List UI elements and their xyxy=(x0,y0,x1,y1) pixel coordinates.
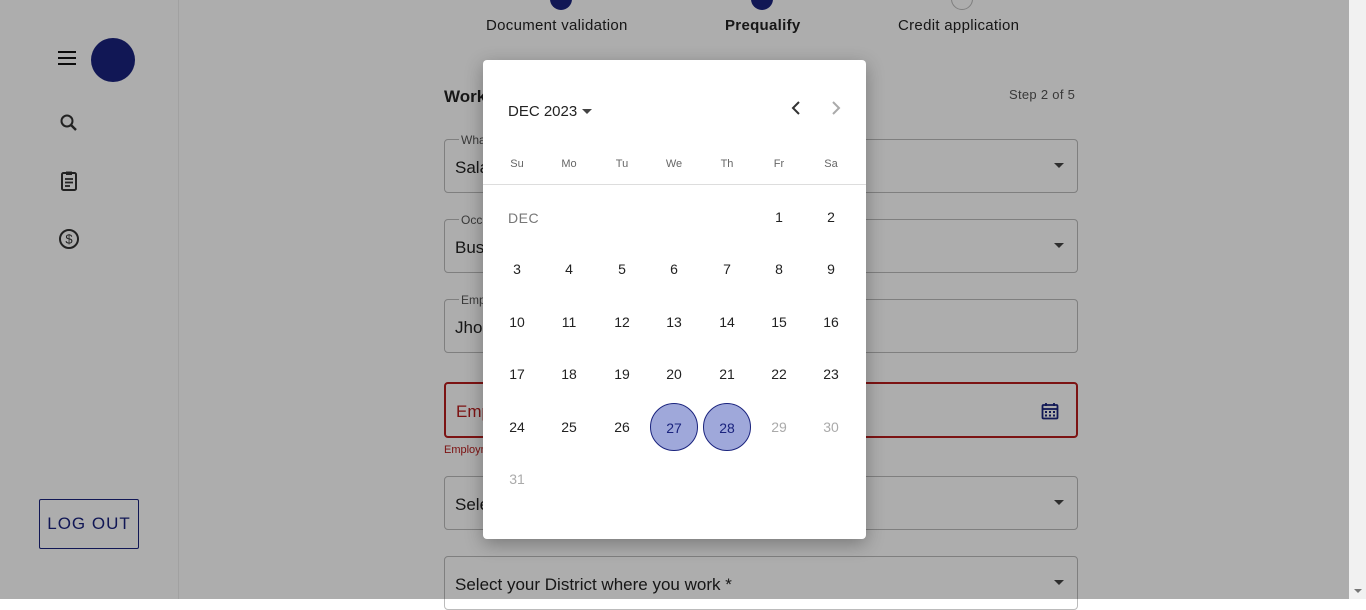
dropdown-arrow-icon xyxy=(582,109,593,114)
day-8[interactable]: 8 xyxy=(755,245,803,293)
weekday-label: We xyxy=(665,158,683,170)
weekday-label: Mo xyxy=(561,158,577,170)
day-3[interactable]: 3 xyxy=(493,245,541,293)
day-5[interactable]: 5 xyxy=(598,245,646,293)
day-2[interactable]: 2 xyxy=(807,193,855,241)
day-26[interactable]: 26 xyxy=(598,403,646,451)
day-18[interactable]: 18 xyxy=(545,350,593,398)
date-picker-dialog: DEC 2023 Su Mo Tu We Th Fr Sa DEC 123456… xyxy=(483,60,866,539)
weekday-label: Sa xyxy=(824,158,838,170)
month-year-label: DEC 2023 xyxy=(508,103,578,120)
day-27[interactable]: 27 xyxy=(650,403,698,451)
scrollbar[interactable] xyxy=(1349,0,1366,599)
day-24[interactable]: 24 xyxy=(493,403,541,451)
day-10[interactable]: 10 xyxy=(493,298,541,346)
day-6[interactable]: 6 xyxy=(650,245,698,293)
day-28[interactable]: 28 xyxy=(703,403,751,451)
day-7[interactable]: 7 xyxy=(703,245,751,293)
weekday-header: Su Mo Tu We Th Fr Sa xyxy=(483,158,866,185)
day-4[interactable]: 4 xyxy=(545,245,593,293)
next-month-button[interactable] xyxy=(824,96,848,120)
day-15[interactable]: 15 xyxy=(755,298,803,346)
day-11[interactable]: 11 xyxy=(545,298,593,346)
day-20[interactable]: 20 xyxy=(650,350,698,398)
weekday-label: Fr xyxy=(773,158,785,170)
month-label: DEC xyxy=(508,210,540,226)
day-22[interactable]: 22 xyxy=(755,350,803,398)
day-19[interactable]: 19 xyxy=(598,350,646,398)
day-9[interactable]: 9 xyxy=(807,245,855,293)
day-13[interactable]: 13 xyxy=(650,298,698,346)
day-17[interactable]: 17 xyxy=(493,350,541,398)
month-year-switch[interactable]: DEC 2023 xyxy=(508,103,593,120)
day-16[interactable]: 16 xyxy=(807,298,855,346)
weekday-label: Th xyxy=(720,158,734,170)
day-1[interactable]: 1 xyxy=(755,193,803,241)
prev-month-button[interactable] xyxy=(784,96,808,120)
scroll-down-arrow-icon[interactable] xyxy=(1354,589,1362,593)
day-14[interactable]: 14 xyxy=(703,298,751,346)
day-31: 31 xyxy=(509,471,525,487)
day-23[interactable]: 23 xyxy=(807,350,855,398)
weekday-label: Tu xyxy=(615,158,629,170)
day-30: 30 xyxy=(823,419,839,435)
day-12[interactable]: 12 xyxy=(598,298,646,346)
day-21[interactable]: 21 xyxy=(703,350,751,398)
weekday-label: Su xyxy=(510,158,524,170)
day-29: 29 xyxy=(771,419,787,435)
day-25[interactable]: 25 xyxy=(545,403,593,451)
